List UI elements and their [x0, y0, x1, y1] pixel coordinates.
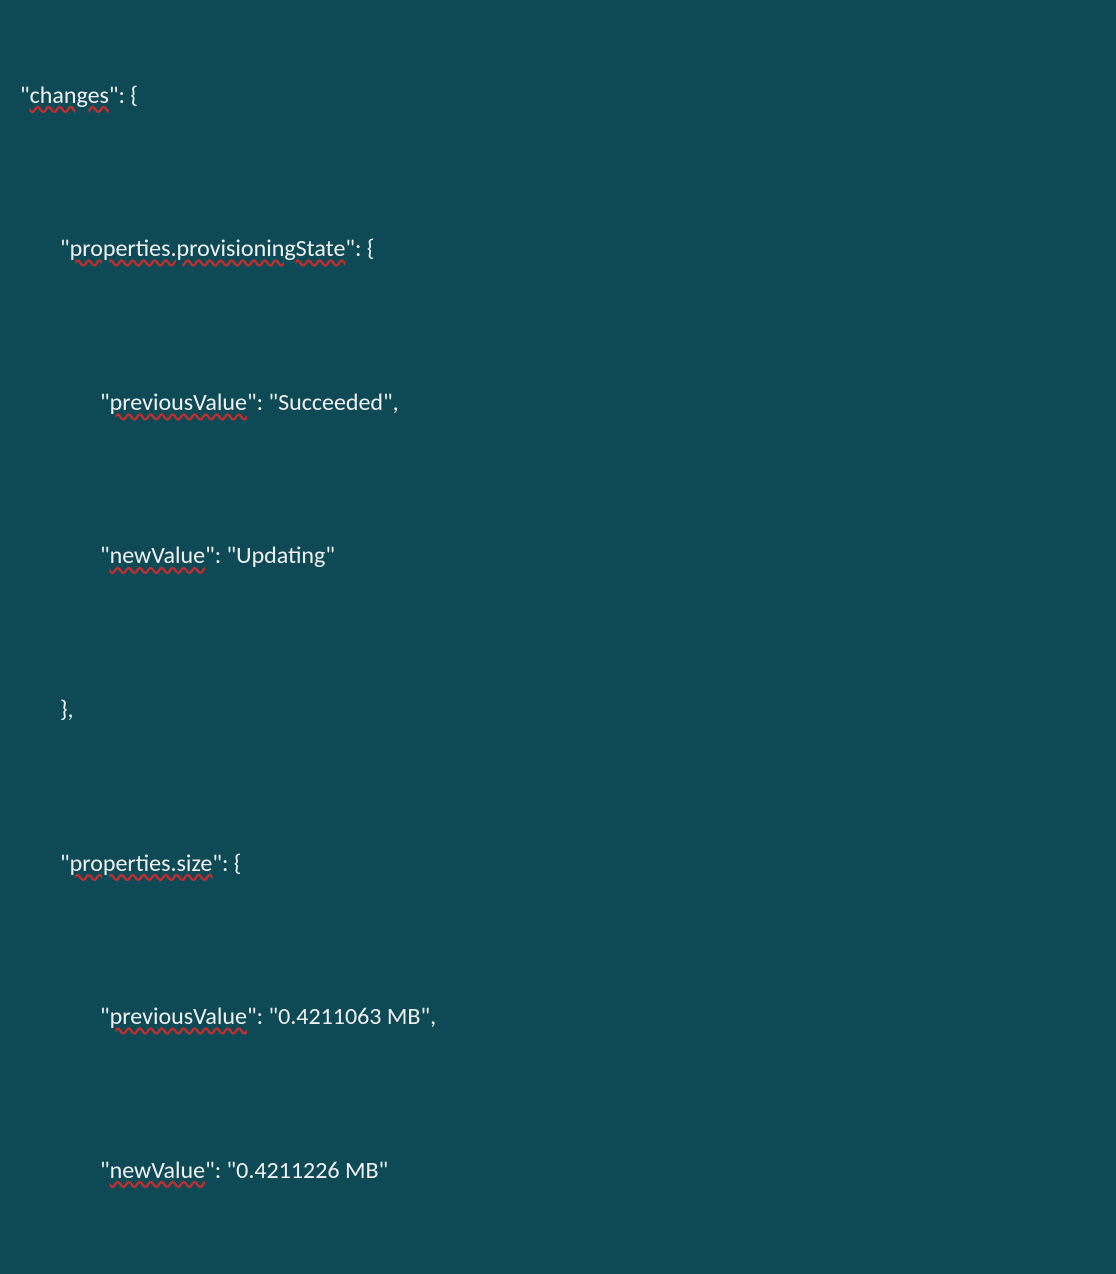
key-new-value: newValue [110, 1156, 205, 1185]
line-size-prev: "previousValue": "0.4211063 MB", [0, 998, 1116, 1036]
line-changes: "changes": { [0, 77, 1116, 115]
key-previous-value: previousValue [110, 388, 247, 417]
line-close-prov: }, [0, 691, 1116, 729]
line-size-new: "newValue": "0.4211226 MB" [0, 1152, 1116, 1190]
line-prov-key: "properties.provisioningState": { [0, 230, 1116, 268]
line-prov-prev: "previousValue": "Succeeded", [0, 384, 1116, 422]
value-prov-new: Updating [236, 541, 325, 570]
value-size-new: 0.4211226 MB [236, 1156, 378, 1185]
line-prov-new: "newValue": "Updating" [0, 537, 1116, 575]
line-size-key: "properties.size": { [0, 845, 1116, 883]
value-size-prev: 0.4211063 MB [278, 1002, 420, 1031]
value-prov-prev: Succeeded [278, 388, 383, 417]
key-previous-value: previousValue [110, 1002, 247, 1031]
key-provisioning-state: properties.provisioningState [70, 234, 346, 263]
key-changes: changes [30, 81, 109, 110]
key-properties-size: properties.size [70, 849, 213, 878]
json-code-block: "changes": { "properties.provisioningSta… [0, 0, 1116, 1274]
key-new-value: newValue [110, 541, 205, 570]
